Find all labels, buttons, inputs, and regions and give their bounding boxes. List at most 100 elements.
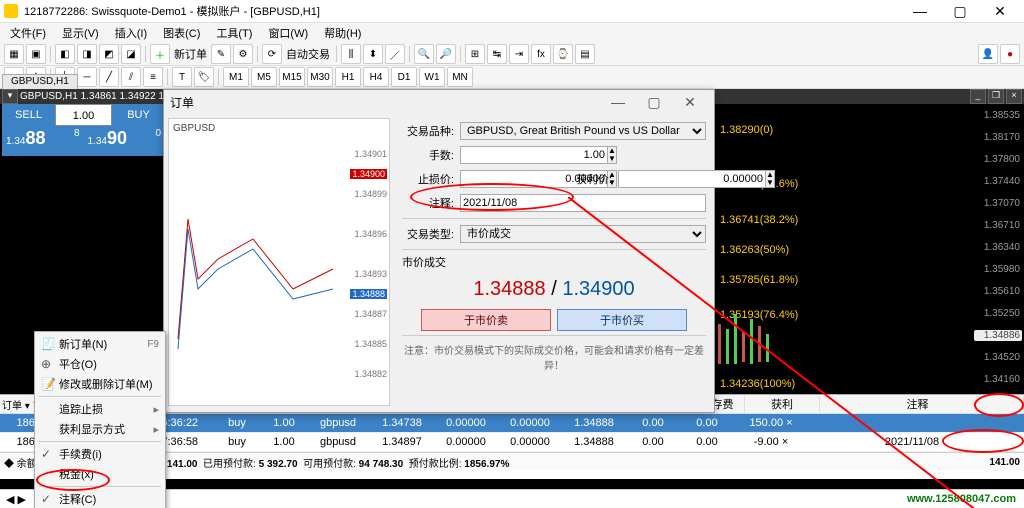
- line-chart-icon[interactable]: ／: [385, 44, 405, 64]
- channel-icon[interactable]: ⫽: [121, 67, 141, 87]
- close-button[interactable]: ✕: [980, 1, 1020, 21]
- dialog-close-icon[interactable]: ✕: [672, 94, 708, 111]
- tf-H1[interactable]: H1: [335, 67, 361, 87]
- fib-level: 1.36263(50%): [720, 244, 789, 256]
- chart-restore-icon[interactable]: ❐: [988, 89, 1004, 104]
- fib-level: 1.38290(0): [720, 124, 773, 136]
- menu-插入(I)[interactable]: 插入(I): [111, 24, 151, 42]
- fibo-icon[interactable]: ≡: [143, 67, 163, 87]
- chart-close-icon[interactable]: ×: [1006, 89, 1022, 104]
- menu-窗口(W)[interactable]: 窗口(W): [264, 24, 312, 42]
- options-icon[interactable]: ⚙: [233, 44, 253, 64]
- order-dialog: 订单 — ▢ ✕ GBPUSD 1.349011.348991.348961.3…: [163, 89, 715, 413]
- tf-M15[interactable]: M15: [279, 67, 305, 87]
- menu-图表(C)[interactable]: 图表(C): [159, 24, 204, 42]
- menu-工具(T)[interactable]: 工具(T): [212, 24, 256, 42]
- chart-min-icon[interactable]: _: [970, 89, 986, 104]
- menu-文件(F)[interactable]: 文件(F): [6, 24, 50, 42]
- tf-W1[interactable]: W1: [419, 67, 445, 87]
- terminal-icon[interactable]: ◩: [99, 44, 119, 64]
- fib-level: 1.35785(61.8%): [720, 274, 798, 286]
- app-icon: [4, 4, 18, 18]
- comment-input[interactable]: [460, 194, 706, 212]
- oneclick-panel: SELL 1.00 BUY 1.34888 1.34900: [2, 104, 165, 156]
- market-sell-button[interactable]: 于市价卖: [421, 309, 551, 331]
- tf-H4[interactable]: H4: [363, 67, 389, 87]
- col-hdr[interactable]: 注释: [820, 396, 1024, 412]
- autotrading-label[interactable]: 自动交易: [284, 46, 332, 62]
- ctx-手续费(i)[interactable]: ✓手续费(i): [35, 444, 165, 464]
- lots-input[interactable]: [460, 146, 608, 164]
- tp-input[interactable]: [618, 170, 766, 188]
- fib-level: 1.36741(38.2%): [720, 214, 798, 226]
- text-icon[interactable]: T: [172, 67, 192, 87]
- periods-icon[interactable]: ⌚: [553, 44, 573, 64]
- chart-sys-icon[interactable]: ▾: [2, 89, 18, 104]
- watermark-url: www.125808047.com: [907, 493, 1016, 505]
- autoscroll-icon[interactable]: ⇥: [509, 44, 529, 64]
- tf-M30[interactable]: M30: [307, 67, 333, 87]
- market-watch-icon[interactable]: ◧: [55, 44, 75, 64]
- dialog-max-icon[interactable]: ▢: [636, 94, 672, 111]
- status-text: ◀ ▶: [6, 493, 26, 506]
- zoom-in-icon[interactable]: 🔍: [414, 44, 434, 64]
- secondary-toolbar: ↖ ✛ │ ─ ╱ ⫽ ≡ T 🏷 M1M5M15M30H1H4D1W1MN: [0, 66, 1024, 89]
- main-toolbar: ▦ ▣ ◧ ◨ ◩ ◪ ＋ 新订单 ✎ ⚙ ⟳ 自动交易 ⫼ ⬍ ／ 🔍 🔎 ⊞…: [0, 43, 1024, 66]
- minimize-button[interactable]: —: [900, 1, 940, 21]
- dialog-title: 订单: [170, 94, 600, 111]
- total-profit: 141.00: [989, 457, 1020, 468]
- quote-display: 1.34888 / 1.34900: [402, 278, 706, 301]
- orders-tab[interactable]: 订单 ▾: [2, 397, 30, 412]
- oneclick-lots[interactable]: 1.00: [55, 104, 112, 126]
- ctx-平仓(O)[interactable]: ⊕平仓(O): [35, 354, 165, 374]
- profiles-icon[interactable]: ▣: [26, 44, 46, 64]
- dialog-min-icon[interactable]: —: [600, 94, 636, 110]
- new-order-label[interactable]: 新订单: [172, 46, 209, 62]
- tile-icon[interactable]: ⊞: [465, 44, 485, 64]
- strategy-tester-icon[interactable]: ◪: [121, 44, 141, 64]
- oneclick-buy[interactable]: BUY: [112, 104, 165, 126]
- ctx-新订单(N)[interactable]: 🧾新订单(N)F9: [35, 334, 165, 354]
- hline-icon[interactable]: ─: [77, 67, 97, 87]
- dialog-tick-chart: GBPUSD 1.349011.348991.348961.348931.348…: [168, 118, 390, 406]
- person-icon[interactable]: 👤: [978, 44, 998, 64]
- menu-帮助(H)[interactable]: 帮助(H): [320, 24, 365, 42]
- autotrading-icon[interactable]: ⟳: [262, 44, 282, 64]
- tf-M1[interactable]: M1: [223, 67, 249, 87]
- menu-显示(V)[interactable]: 显示(V): [58, 24, 103, 42]
- new-order-icon[interactable]: ＋: [150, 44, 170, 64]
- new-chart-icon[interactable]: ▦: [4, 44, 24, 64]
- oneclick-sell[interactable]: SELL: [2, 104, 55, 126]
- ctx-注释(C)[interactable]: ✓注释(C): [35, 489, 165, 508]
- context-menu: 🧾新订单(N)F9⊕平仓(O)📝修改或删除订单(M) 追踪止损获利显示方式 ✓手续费…: [34, 331, 166, 508]
- trendline-icon[interactable]: ╱: [99, 67, 119, 87]
- dialog-note: 注意：市价交易模式下的实际成交价格，可能会和请求价格有一定差异！: [402, 342, 706, 372]
- templates-icon[interactable]: ▤: [575, 44, 595, 64]
- execution-label: 市价成交: [402, 254, 706, 270]
- ctx-获利显示方式[interactable]: 获利显示方式: [35, 419, 165, 439]
- candles-icon[interactable]: ⬍: [363, 44, 383, 64]
- market-buy-button[interactable]: 于市价买: [557, 309, 687, 331]
- label-icon[interactable]: 🏷: [194, 67, 214, 87]
- chart-tab[interactable]: GBPUSD,H1: [2, 74, 78, 89]
- navigator-icon[interactable]: ◨: [77, 44, 97, 64]
- col-hdr[interactable]: 获利: [745, 396, 820, 412]
- ctx-追踪止损[interactable]: 追踪止损: [35, 399, 165, 419]
- ctx-税金(x)[interactable]: 税金(x): [35, 464, 165, 484]
- window-title: 1218772286: Swissquote-Demo1 - 模拟账户 - [G…: [24, 3, 900, 19]
- tf-D1[interactable]: D1: [391, 67, 417, 87]
- alert-icon[interactable]: ●: [1000, 44, 1020, 64]
- ctx-修改或删除订单(M)[interactable]: 📝修改或删除订单(M): [35, 374, 165, 394]
- type-select[interactable]: 市价成交: [460, 225, 706, 243]
- candles-icon-group: [700, 304, 960, 384]
- maximize-button[interactable]: ▢: [940, 1, 980, 21]
- tf-M5[interactable]: M5: [251, 67, 277, 87]
- bars-icon[interactable]: ⫼: [341, 44, 361, 64]
- tf-MN[interactable]: MN: [447, 67, 473, 87]
- metaeditor-icon[interactable]: ✎: [211, 44, 231, 64]
- lots-spin[interactable]: ▲▼: [608, 146, 617, 164]
- symbol-select[interactable]: GBPUSD, Great British Pound vs US Dollar: [460, 122, 706, 140]
- shift-icon[interactable]: ↹: [487, 44, 507, 64]
- indicators-icon[interactable]: fx: [531, 44, 551, 64]
- zoom-out-icon[interactable]: 🔎: [436, 44, 456, 64]
